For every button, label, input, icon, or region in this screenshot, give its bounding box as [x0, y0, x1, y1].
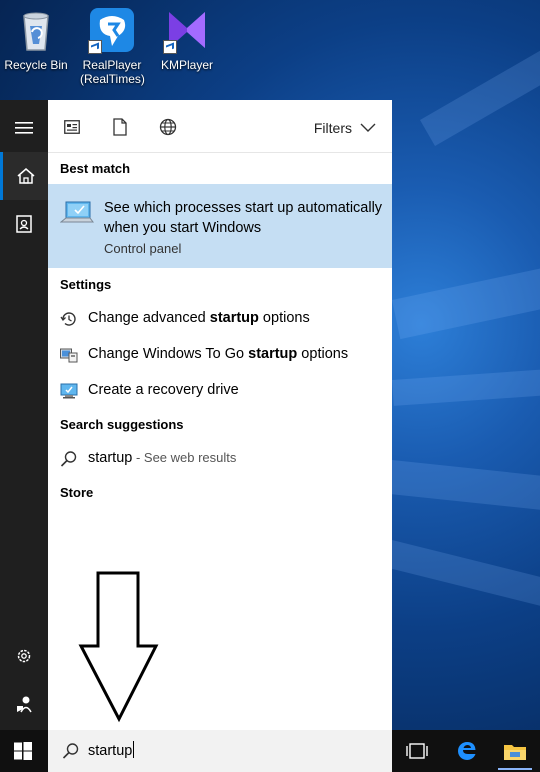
- desktop-icon-realplayer[interactable]: RealPlayer (RealTimes): [80, 6, 145, 86]
- apps-filter-icon: [64, 120, 80, 134]
- filters-label: Filters: [313, 120, 352, 136]
- search-icon: [60, 451, 77, 467]
- edge-icon: [458, 742, 476, 760]
- suggestion-label: startup - See web results: [88, 450, 237, 466]
- setting-item-advanced-startup[interactable]: Change advanced startup options: [48, 302, 392, 336]
- setting-item-label: Change advanced startup options: [88, 310, 310, 326]
- text-caret: [133, 741, 135, 758]
- taskbar-search-box[interactable]: startup: [48, 730, 392, 772]
- down-arrow-annotation: [78, 571, 159, 723]
- start-button[interactable]: [8, 736, 38, 766]
- windows-logo-icon: [14, 742, 32, 760]
- documents-filter-button[interactable]: [110, 118, 130, 136]
- best-match-subtitle: Control panel: [104, 241, 182, 256]
- apps-filter-button[interactable]: [62, 118, 82, 136]
- suggestion-item-startup[interactable]: startup - See web results: [48, 442, 392, 476]
- setting-item-label: Change Windows To Go startup options: [88, 346, 349, 362]
- desktop-icon-recycle-bin[interactable]: Recycle Bin: [4, 6, 68, 72]
- filter-toolbar: Filters: [48, 100, 392, 153]
- recycle-bin-icon: [12, 6, 60, 54]
- settings-button[interactable]: [0, 632, 48, 680]
- desktop-icon-kmplayer[interactable]: KMPlayer: [155, 6, 219, 72]
- setting-item-label: Create a recovery drive: [88, 382, 239, 398]
- edge-browser-button[interactable]: [452, 736, 482, 766]
- best-match-heading: Best match: [60, 161, 131, 176]
- web-filter-button[interactable]: [158, 118, 178, 136]
- home-icon: [17, 168, 34, 184]
- settings-gear-icon: [17, 649, 31, 663]
- desktop-icon-label: RealPlayer (RealTimes): [80, 58, 145, 86]
- best-match-result[interactable]: See which processes start up automatical…: [48, 184, 392, 268]
- filters-dropdown[interactable]: Filters: [314, 120, 376, 136]
- feedback-icon: [17, 696, 32, 713]
- file-explorer-button[interactable]: [500, 736, 530, 766]
- task-view-icon: [406, 743, 428, 759]
- task-view-button[interactable]: [402, 736, 432, 766]
- setting-item-recovery-drive[interactable]: Create a recovery drive: [48, 374, 392, 408]
- notebook-button[interactable]: [0, 200, 48, 248]
- store-heading: Store: [60, 485, 94, 500]
- start-rail: [0, 100, 48, 730]
- notebook-icon: [16, 215, 32, 233]
- setting-item-windows-to-go[interactable]: Change Windows To Go startup options: [48, 338, 392, 372]
- search-icon: [62, 743, 79, 759]
- desktop-icon-label: Recycle Bin: [4, 58, 68, 72]
- documents-filter-icon: [113, 118, 127, 136]
- feedback-button[interactable]: [0, 680, 48, 728]
- settings-heading: Settings: [60, 277, 112, 292]
- web-filter-icon: [159, 118, 177, 136]
- search-input[interactable]: startup: [88, 741, 135, 759]
- windows-to-go-icon: [60, 348, 78, 363]
- laptop-control-panel-icon: [60, 201, 94, 223]
- kmplayer-icon: [163, 6, 211, 54]
- search-suggestions-heading: Search suggestions: [60, 417, 184, 432]
- hamburger-menu-button[interactable]: [0, 104, 48, 152]
- history-icon: [60, 312, 76, 326]
- file-explorer-icon: [504, 745, 526, 760]
- home-button[interactable]: [0, 152, 48, 200]
- desktop-icon-label: KMPlayer: [160, 58, 213, 72]
- hamburger-menu-icon: [15, 122, 33, 134]
- recovery-drive-icon: [60, 383, 78, 399]
- active-app-indicator: [498, 768, 532, 770]
- realplayer-icon: [88, 6, 136, 54]
- best-match-title: See which processes start up automatical…: [104, 200, 383, 236]
- chevron-down-icon: [360, 123, 376, 132]
